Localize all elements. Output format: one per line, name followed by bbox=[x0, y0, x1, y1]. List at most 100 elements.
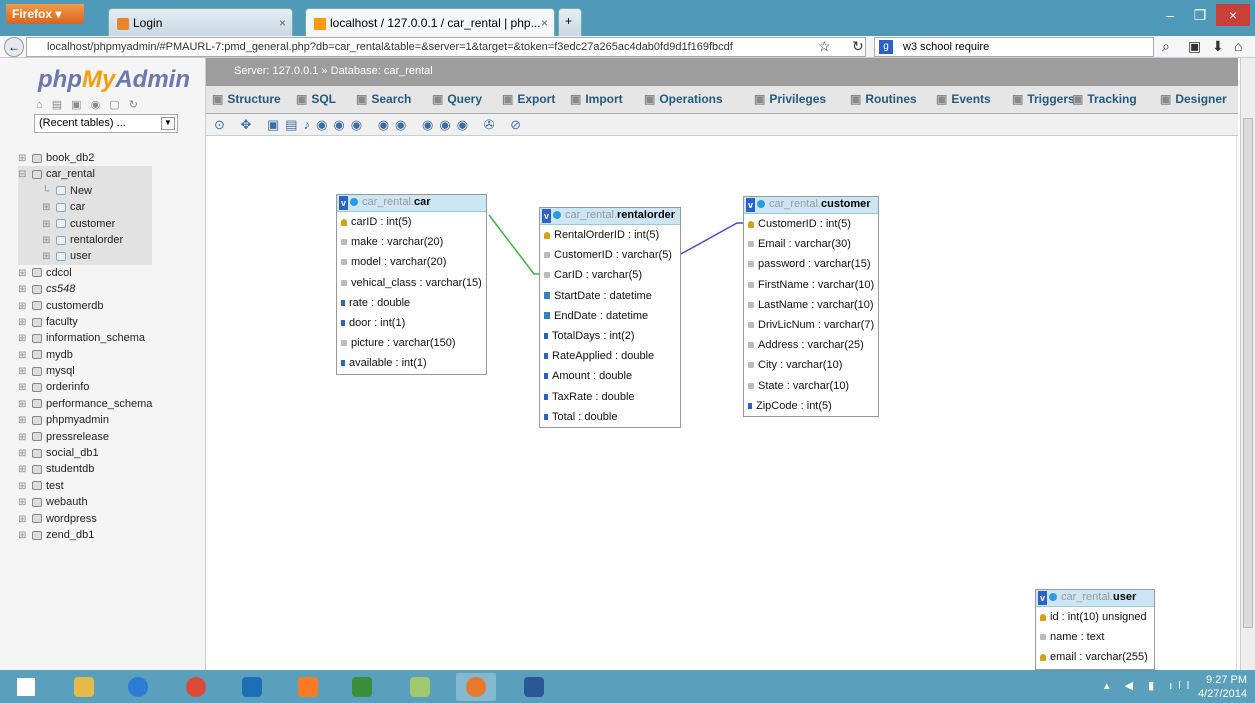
expand-icon[interactable]: ⊞ bbox=[42, 249, 56, 265]
virtualbox-icon[interactable] bbox=[232, 673, 272, 701]
tab-designer[interactable]: ▣ Designer bbox=[1160, 92, 1227, 106]
expand-icon[interactable]: ⊞ bbox=[18, 479, 32, 495]
word-icon[interactable] bbox=[514, 673, 554, 701]
expand-icon[interactable]: ⊞ bbox=[18, 528, 32, 544]
close-window-icon[interactable]: × bbox=[1216, 4, 1250, 26]
column-row[interactable]: LastName : varchar(10) bbox=[744, 295, 878, 315]
tab-export[interactable]: ▣ Export bbox=[502, 92, 555, 106]
expand-icon[interactable]: ⊞ bbox=[18, 348, 32, 364]
tab-structure[interactable]: ▣ Structure bbox=[212, 92, 281, 106]
db-item[interactable]: ⊞ phpmyadmin bbox=[18, 412, 152, 428]
db-item[interactable]: ⊞ book_db2 bbox=[18, 150, 152, 166]
table-item[interactable]: ⊞ customer bbox=[18, 215, 153, 233]
column-row[interactable]: password : varchar(15) bbox=[744, 254, 878, 274]
tab-search[interactable]: ▣ Search bbox=[356, 92, 411, 106]
db-item[interactable]: ⊞ social_db1 bbox=[18, 445, 152, 461]
toggle-columns-icon[interactable]: v bbox=[339, 196, 348, 210]
tab-triggers[interactable]: ▣ Triggers bbox=[1012, 92, 1075, 106]
db-item[interactable]: ⊞ test bbox=[18, 478, 152, 494]
restore-icon[interactable]: ❐ bbox=[1185, 4, 1215, 26]
expand-icon[interactable]: ⊞ bbox=[18, 331, 32, 347]
expand-icon[interactable]: ⊞ bbox=[18, 364, 32, 380]
column-row[interactable]: model : varchar(20) bbox=[337, 252, 486, 272]
table-rentalorder[interactable]: v car_rental.rentalorder RentalOrderID : i… bbox=[539, 207, 681, 428]
close-tab-icon[interactable]: × bbox=[279, 16, 286, 30]
tab-operations[interactable]: ▣ Operations bbox=[644, 92, 723, 106]
table-options-icon[interactable] bbox=[350, 198, 358, 207]
table-options-icon[interactable] bbox=[553, 211, 561, 220]
table-customer[interactable]: v car_rental.customer CustomerID : int(5) E… bbox=[743, 196, 879, 417]
search-magnifier-icon[interactable]: ⌕ bbox=[1162, 38, 1170, 55]
db-item[interactable]: ⊞ mydb bbox=[18, 347, 152, 363]
file-explorer-icon[interactable] bbox=[64, 673, 104, 701]
browser-tab-login[interactable]: Login × bbox=[108, 8, 293, 36]
expand-icon[interactable]: ⊞ bbox=[42, 217, 56, 233]
bookmarks-menu-icon[interactable]: ▣ bbox=[1188, 38, 1201, 55]
tab-tracking[interactable]: ▣ Tracking bbox=[1072, 92, 1137, 106]
tab-routines[interactable]: ▣ Routines bbox=[850, 92, 917, 106]
expand-icon[interactable]: └ bbox=[42, 184, 56, 200]
column-row[interactable]: id : int(10) unsigned bbox=[1036, 607, 1154, 627]
expand-icon[interactable]: ⊞ bbox=[18, 380, 32, 396]
reload-icon[interactable]: ↻ bbox=[852, 38, 864, 55]
system-tray-icons[interactable]: ▴ ◀ ▮ ıll bbox=[1104, 679, 1195, 692]
column-row[interactable]: Total : double bbox=[540, 407, 680, 427]
column-row[interactable]: RateApplied : double bbox=[540, 346, 680, 366]
url-bar[interactable]: localhost/phpmyadmin/#PMAURL-7:pmd_gener… bbox=[26, 37, 866, 57]
column-row[interactable]: CustomerID : int(5) bbox=[744, 214, 878, 234]
firefox-menu-button[interactable]: Firefox ▾ bbox=[6, 4, 84, 24]
column-row[interactable]: StartDate : datetime bbox=[540, 286, 680, 306]
expand-icon[interactable]: ⊞ bbox=[18, 282, 32, 298]
bookmark-star-icon[interactable]: ☆ bbox=[818, 38, 831, 55]
db-item[interactable]: ⊞ faculty bbox=[18, 314, 152, 330]
expand-icon[interactable]: ⊞ bbox=[18, 430, 32, 446]
db-item[interactable]: ⊞ performance_schema bbox=[18, 396, 152, 412]
expand-icon[interactable]: ⊞ bbox=[18, 299, 32, 315]
toggle-columns-icon[interactable]: v bbox=[542, 209, 551, 223]
toggle-columns-icon[interactable]: v bbox=[1038, 591, 1047, 605]
db-item[interactable]: ⊞ zend_db1 bbox=[18, 527, 152, 543]
column-row[interactable]: rate : double bbox=[337, 293, 486, 313]
database-link[interactable]: Database: car_rental bbox=[331, 65, 433, 77]
table-user[interactable]: v car_rental.user id : int(10) unsigned nam… bbox=[1035, 589, 1155, 670]
table-header[interactable]: v car_rental.car bbox=[337, 195, 486, 212]
start-button[interactable] bbox=[6, 673, 46, 701]
column-row[interactable]: FirstName : varchar(10) bbox=[744, 275, 878, 295]
app-green-icon[interactable] bbox=[342, 673, 382, 701]
db-item[interactable]: ⊞ customerdb bbox=[18, 298, 152, 314]
db-item[interactable]: ⊞ orderinfo bbox=[18, 379, 152, 395]
column-row[interactable]: DrivLicNum : varchar(7) bbox=[744, 315, 878, 335]
db-item[interactable]: ⊞ cdcol bbox=[18, 265, 152, 281]
db-item[interactable]: ⊞ webauth bbox=[18, 494, 152, 510]
column-row[interactable]: CarID : varchar(5) bbox=[540, 265, 680, 285]
column-row[interactable]: available : int(1) bbox=[337, 353, 486, 373]
table-item[interactable]: ⊞ car bbox=[18, 199, 153, 216]
server-link[interactable]: Server: 127.0.0.1 bbox=[234, 65, 318, 77]
phpmyadmin-logo[interactable]: phpMyAdmin bbox=[38, 66, 190, 94]
expand-icon[interactable]: ⊞ bbox=[18, 495, 32, 511]
column-row[interactable]: Amount : double bbox=[540, 366, 680, 386]
table-item[interactable]: └ New bbox=[18, 182, 153, 200]
expand-icon[interactable]: ⊞ bbox=[18, 151, 32, 167]
tab-events[interactable]: ▣ Events bbox=[936, 92, 991, 106]
recent-tables-select[interactable]: (Recent tables) ... ▼ bbox=[34, 114, 178, 133]
db-item[interactable]: ⊞ cs548 bbox=[18, 281, 152, 297]
db-item[interactable]: ⊞ information_schema bbox=[18, 330, 152, 346]
column-row[interactable]: EndDate : datetime bbox=[540, 306, 680, 326]
column-row[interactable]: RentalOrderID : int(5) bbox=[540, 225, 680, 245]
column-row[interactable]: email : varchar(255) bbox=[1036, 647, 1154, 667]
table-item[interactable]: ⊞ user bbox=[18, 248, 153, 265]
tab-query[interactable]: ▣ Query bbox=[432, 92, 482, 106]
db-item[interactable]: ⊞ wordpress bbox=[18, 511, 152, 527]
column-row[interactable]: Email : varchar(30) bbox=[744, 234, 878, 254]
db-item[interactable]: ⊞ studentdb bbox=[18, 461, 152, 477]
expand-icon[interactable]: ⊞ bbox=[18, 413, 32, 429]
expand-icon[interactable]: ⊞ bbox=[42, 200, 56, 216]
tab-import[interactable]: ▣ Import bbox=[570, 92, 623, 106]
expand-icon[interactable]: ⊞ bbox=[18, 462, 32, 478]
vertical-scrollbar[interactable] bbox=[1240, 58, 1255, 670]
expand-icon[interactable]: ⊞ bbox=[18, 266, 32, 282]
close-tab-icon[interactable]: × bbox=[541, 16, 548, 30]
column-row[interactable]: carID : int(5) bbox=[337, 212, 486, 232]
tab-privileges[interactable]: ▣ Privileges bbox=[754, 92, 826, 106]
